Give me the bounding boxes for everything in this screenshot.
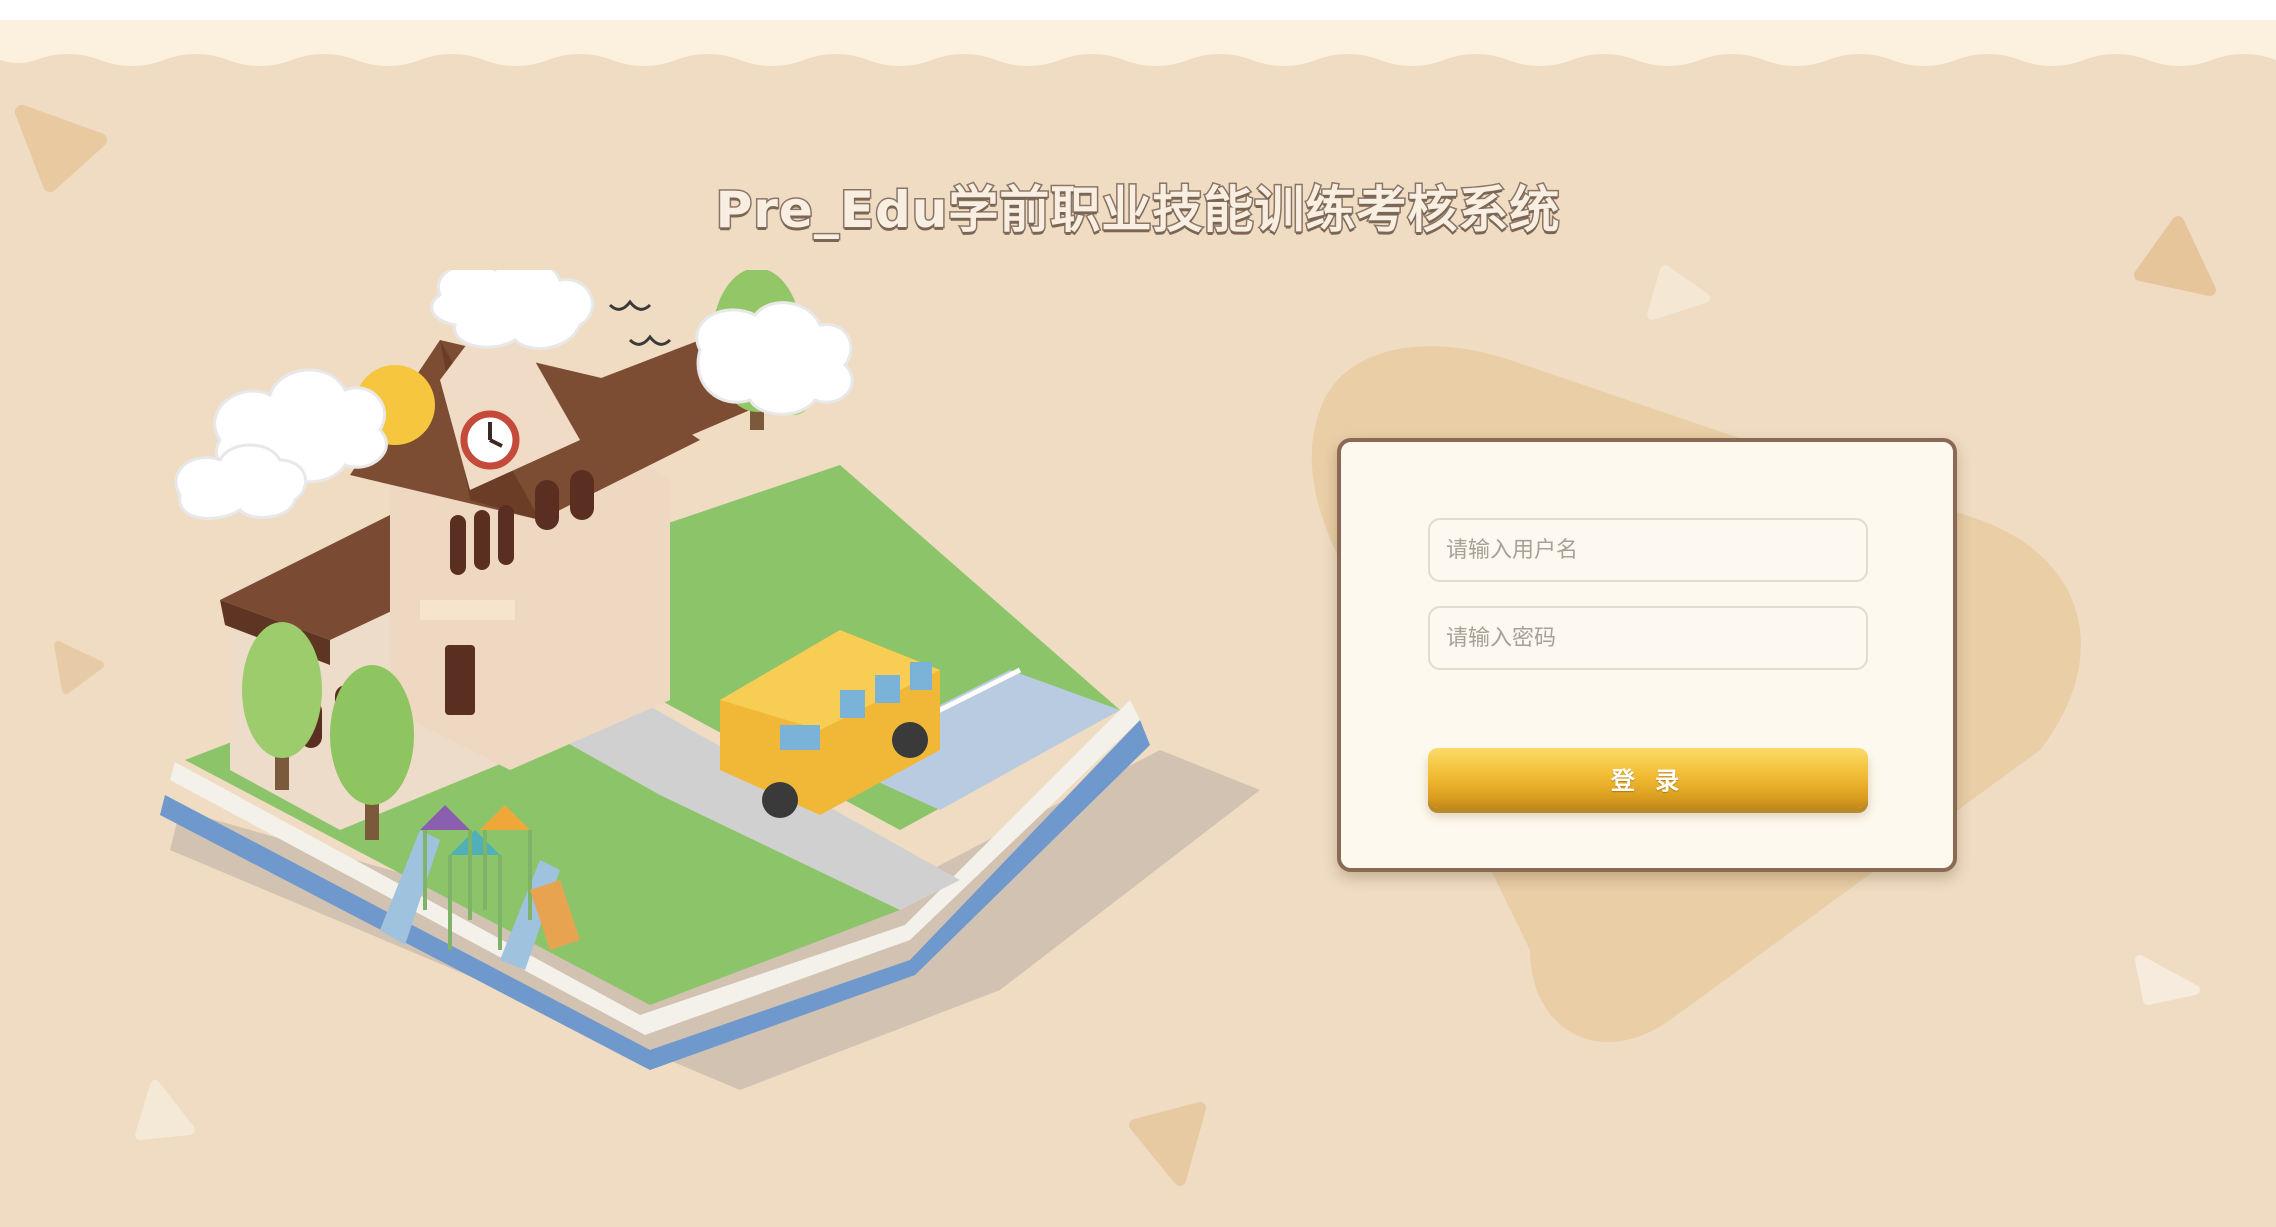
cloud-right bbox=[695, 301, 854, 416]
bg-triangle-bottom-right bbox=[2135, 955, 2200, 1005]
cloud-top bbox=[430, 270, 594, 350]
login-button[interactable]: 登 录 bbox=[1428, 748, 1868, 808]
bird-1 bbox=[608, 299, 652, 311]
login-panel: 登 录 bbox=[1337, 438, 1957, 872]
bg-triangle-top-middle bbox=[1647, 265, 1710, 320]
school-illustration bbox=[160, 270, 1260, 1090]
bus-wheel-front bbox=[762, 782, 798, 818]
tree-left-1 bbox=[242, 622, 322, 758]
bg-triangle-left bbox=[54, 641, 104, 694]
password-field[interactable] bbox=[1428, 606, 1868, 670]
bird-2 bbox=[628, 334, 672, 346]
app-title: Pre_Edu学前职业技能训练考核系统 bbox=[714, 180, 1561, 241]
username-field[interactable] bbox=[1428, 518, 1868, 582]
bus-wheel-back bbox=[892, 722, 928, 758]
tree-left-2 bbox=[330, 665, 414, 805]
